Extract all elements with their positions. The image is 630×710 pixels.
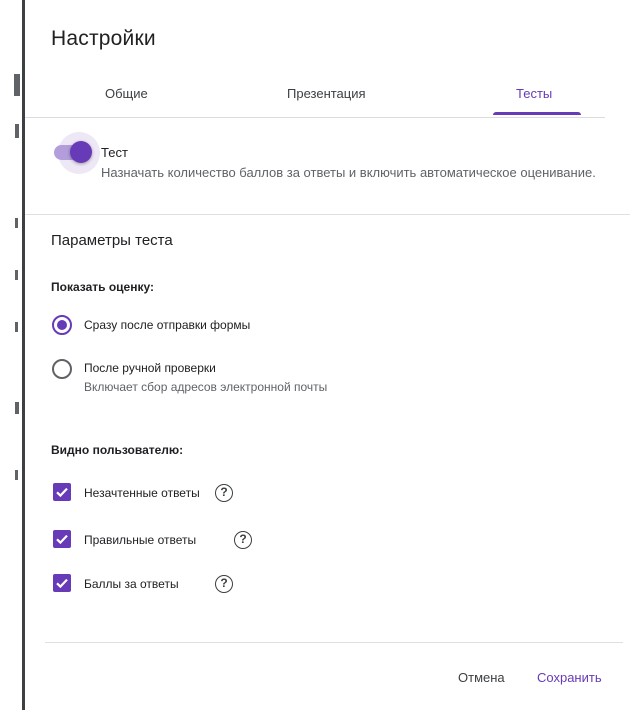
correct-answers-label: Правильные ответы [84,533,197,547]
check-icon [56,487,68,498]
toggle-thumb [70,141,92,163]
dialog-title: Настройки [51,27,156,50]
backdrop-fragment [15,470,18,480]
backdrop-fragment [15,218,18,228]
tab-presentation[interactable]: Презентация [287,86,366,101]
tab-general[interactable]: Общие [105,86,148,101]
quiz-toggle-description: Назначать количество баллов за ответы и … [101,165,596,180]
cancel-button[interactable]: Отмена [458,670,505,685]
help-icon[interactable]: ? [215,575,233,593]
radio-dot [57,320,67,330]
checkbox-correct-answers[interactable] [53,530,71,548]
backdrop-fragment [15,270,18,280]
radio-ring [52,359,72,379]
tab-quizzes[interactable]: Тесты [516,86,552,101]
quiz-options-title: Параметры теста [51,232,173,249]
point-values-label: Баллы за ответы [84,577,179,591]
backdrop-fragment [14,74,20,96]
quiz-toggle[interactable] [54,132,100,174]
radio-immediately[interactable] [52,315,72,335]
backdrop-fragment [15,124,19,138]
settings-dialog: Настройки Общие Презентация Тесты Тест Н… [25,0,630,710]
tabs-divider [25,117,605,118]
page-backdrop [0,0,22,710]
help-icon[interactable]: ? [234,531,252,549]
settings-tabs: Общие Презентация Тесты [25,78,605,118]
missed-answers-label: Незачтенные ответы [84,486,200,500]
radio-manual-review-label: После ручной проверки [84,361,216,375]
check-icon [56,534,68,545]
backdrop-fragment [15,322,18,332]
check-icon [56,578,68,589]
radio-immediately-label: Сразу после отправки формы [84,318,251,332]
checkbox-missed-answers[interactable] [53,483,71,501]
release-grade-heading: Показать оценку: [51,280,154,294]
respondent-can-see-heading: Видно пользователю: [51,443,184,457]
active-tab-indicator [493,112,581,115]
backdrop-fragment [15,402,19,414]
radio-manual-review-sublabel: Включает сбор адресов электронной почты [84,380,328,394]
footer-divider [45,642,623,643]
help-icon[interactable]: ? [215,484,233,502]
section-divider [25,214,630,215]
quiz-toggle-label: Тест [101,145,128,160]
checkbox-point-values[interactable] [53,574,71,592]
radio-manual-review[interactable] [52,359,72,379]
save-button[interactable]: Сохранить [537,670,602,685]
